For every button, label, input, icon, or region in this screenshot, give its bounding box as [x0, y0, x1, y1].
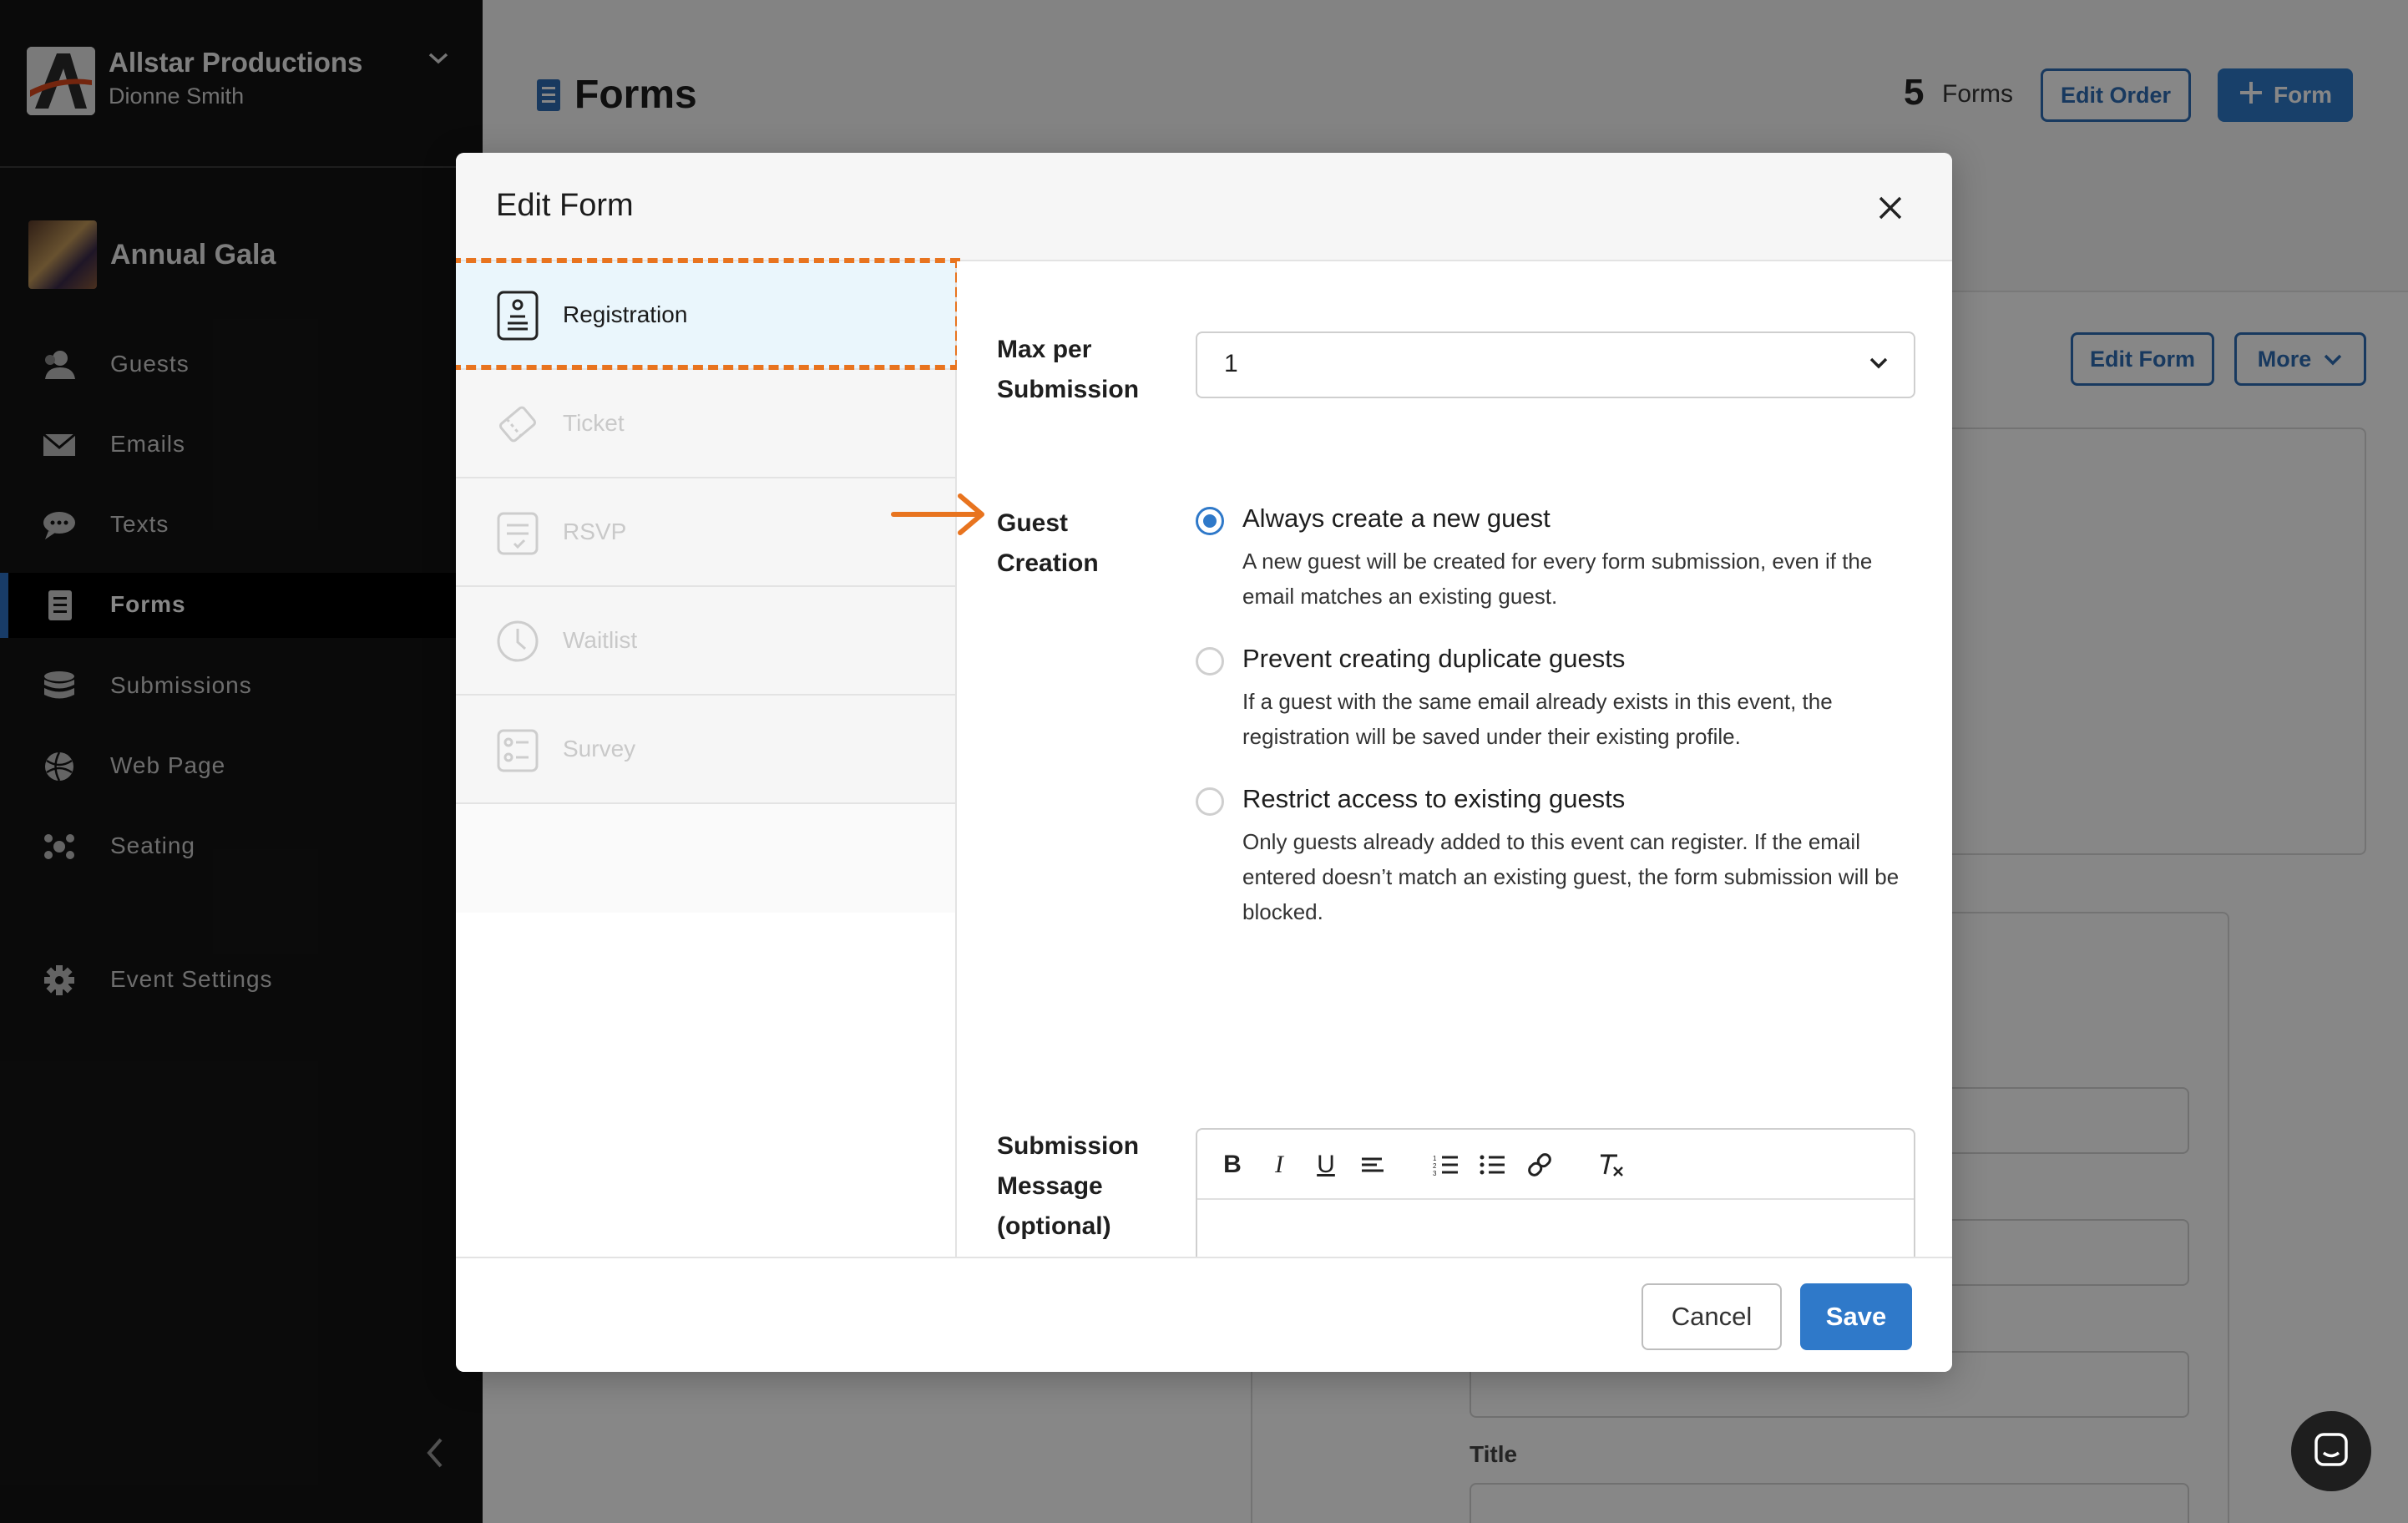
label-line: Submission — [997, 1132, 1140, 1160]
option-description: A new guest will be created for every fo… — [1242, 549, 1873, 609]
tabs-empty-area — [456, 913, 955, 1257]
modal-footer: Cancel Save — [456, 1257, 1952, 1372]
save-button[interactable]: Save — [1800, 1283, 1912, 1350]
tab-label: Registration — [563, 301, 688, 327]
label-line: Guest — [997, 509, 1069, 537]
link-icon[interactable] — [1525, 1150, 1555, 1180]
radio-button[interactable] — [1196, 647, 1224, 675]
label-line: Message — [997, 1172, 1103, 1200]
edit-form-modal: Edit Form Registration Ticket RSVP Waitl… — [456, 153, 1952, 1372]
option-title: Prevent creating duplicate guests — [1242, 644, 1626, 673]
max-per-submission-label: Max per Submission — [997, 330, 1139, 410]
close-icon[interactable] — [1874, 191, 1907, 225]
svg-text:1: 1 — [1433, 1155, 1437, 1162]
option-title: Restrict access to existing guests — [1242, 784, 1626, 813]
ticket-icon — [496, 398, 539, 450]
clear-format-icon[interactable] — [1596, 1150, 1626, 1180]
option-title: Always create a new guest — [1242, 503, 1551, 533]
tab-label: Ticket — [563, 410, 625, 436]
tab-label: RSVP — [563, 519, 627, 544]
submission-message-label: Submission Message (optional) — [997, 1126, 1139, 1247]
cancel-button[interactable]: Cancel — [1642, 1283, 1782, 1350]
radio-button[interactable] — [1196, 787, 1224, 816]
align-left-icon[interactable] — [1358, 1150, 1388, 1180]
arrow-right-icon — [890, 492, 989, 541]
select-value: 1 — [1224, 350, 1238, 377]
svg-text:2: 2 — [1433, 1162, 1437, 1170]
chevron-down-icon — [1869, 357, 1889, 374]
modal-title: Edit Form — [496, 188, 634, 223]
label-line: Creation — [997, 549, 1099, 577]
survey-icon — [496, 724, 539, 776]
chat-icon — [2311, 1429, 2351, 1474]
form-settings-content: Max per Submission 1 Guest Creation Alwa… — [891, 261, 1952, 1295]
italic-button[interactable]: I — [1264, 1150, 1294, 1180]
editor-toolbar: B I U 123 — [1197, 1130, 1914, 1200]
underline-button[interactable]: U — [1311, 1150, 1341, 1180]
tab-registration[interactable]: Registration — [456, 258, 960, 370]
clock-icon — [496, 615, 539, 667]
label-line: Submission — [997, 376, 1140, 403]
tab-survey[interactable]: Survey — [456, 696, 955, 804]
option-description: Only guests already added to this event … — [1242, 829, 1900, 924]
label-line: (optional) — [997, 1212, 1111, 1240]
modal-header: Edit Form — [456, 153, 1952, 261]
tab-label: Survey — [563, 736, 636, 762]
label-line: Max per — [997, 336, 1092, 363]
rsvp-icon — [496, 507, 539, 559]
tab-label: Waitlist — [563, 627, 638, 653]
svg-text:3: 3 — [1433, 1170, 1437, 1176]
option-description: If a guest with the same email already e… — [1242, 689, 1833, 749]
guest-creation-label: Guest Creation — [997, 503, 1099, 584]
form-type-tabs: Registration Ticket RSVP Waitlist Survey — [456, 258, 960, 1257]
bullet-list-icon[interactable] — [1478, 1150, 1508, 1180]
tab-rsvp[interactable]: RSVP — [456, 478, 955, 587]
registration-icon — [496, 290, 539, 342]
ordered-list-icon[interactable]: 123 — [1431, 1150, 1461, 1180]
tab-waitlist[interactable]: Waitlist — [456, 587, 955, 696]
tab-ticket[interactable]: Ticket — [456, 370, 955, 478]
bold-button[interactable]: B — [1217, 1150, 1247, 1180]
max-per-submission-select[interactable]: 1 — [1196, 331, 1915, 398]
chat-launcher-button[interactable] — [2291, 1411, 2371, 1491]
radio-button[interactable] — [1196, 507, 1224, 535]
